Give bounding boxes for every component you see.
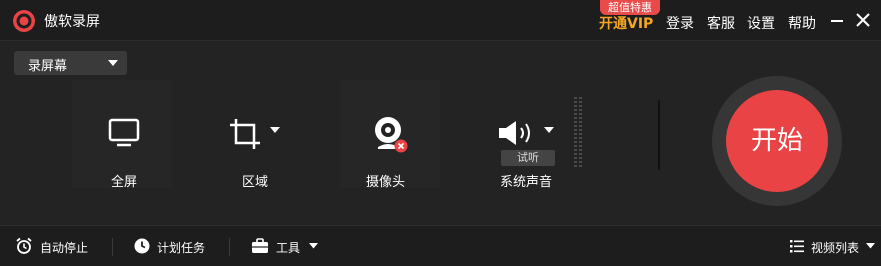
vip-upgrade-link[interactable]: 开通VIP (599, 13, 653, 33)
support-link[interactable]: 客服 (707, 13, 735, 33)
toolbox-icon[interactable] (251, 237, 269, 255)
record-logo-icon (13, 10, 35, 32)
audio-level-meter (574, 97, 582, 167)
region-label: 区域 (242, 175, 269, 190)
toolbar-divider (658, 100, 660, 170)
alarm-clock-icon[interactable] (15, 237, 33, 255)
app-title: 傲软录屏 (44, 14, 100, 30)
bottom-divider (112, 238, 113, 256)
video-list-button[interactable]: 视频列表 (811, 239, 859, 256)
vip-upgrade[interactable]: 超值特惠 开通VIP (596, 0, 674, 40)
bottom-divider (229, 238, 230, 256)
title-bar: 傲软录屏 超值特惠 开通VIP 登录 客服 设置 帮助 (0, 0, 881, 41)
fullscreen-label: 全屏 (111, 175, 138, 190)
record-mode-select[interactable]: 录屏幕 (14, 51, 127, 75)
schedule-task-button[interactable]: 计划任务 (157, 239, 205, 256)
close-icon[interactable] (853, 10, 873, 30)
bottom-toolbar: 自动停止 计划任务 工具 视频列表 (0, 225, 881, 266)
chevron-down-icon[interactable] (309, 243, 318, 249)
chevron-down-icon (108, 60, 118, 66)
crop-icon (230, 119, 260, 149)
list-icon[interactable] (789, 238, 805, 254)
monitor-icon (108, 118, 140, 147)
start-record-button[interactable]: 开始 (726, 90, 828, 192)
audio-trial-button[interactable]: 试听 (501, 150, 555, 166)
system-audio-label: 系统声音 (500, 175, 553, 190)
record-mode-value: 录屏幕 (28, 59, 68, 74)
login-link[interactable]: 登录 (666, 13, 694, 33)
help-link[interactable]: 帮助 (788, 13, 816, 33)
speaker-icon (499, 121, 530, 145)
auto-stop-button[interactable]: 自动停止 (40, 239, 88, 256)
chevron-down-icon[interactable] (866, 243, 875, 249)
webcam-icon (375, 117, 408, 153)
clock-icon[interactable] (133, 237, 151, 255)
region-dropdown-icon[interactable] (270, 127, 280, 134)
settings-link[interactable]: 设置 (747, 13, 775, 33)
tools-button[interactable]: 工具 (276, 239, 300, 256)
audio-dropdown-icon[interactable] (544, 127, 554, 134)
minimize-icon[interactable] (827, 10, 847, 30)
webcam-label: 摄像头 (366, 175, 406, 190)
